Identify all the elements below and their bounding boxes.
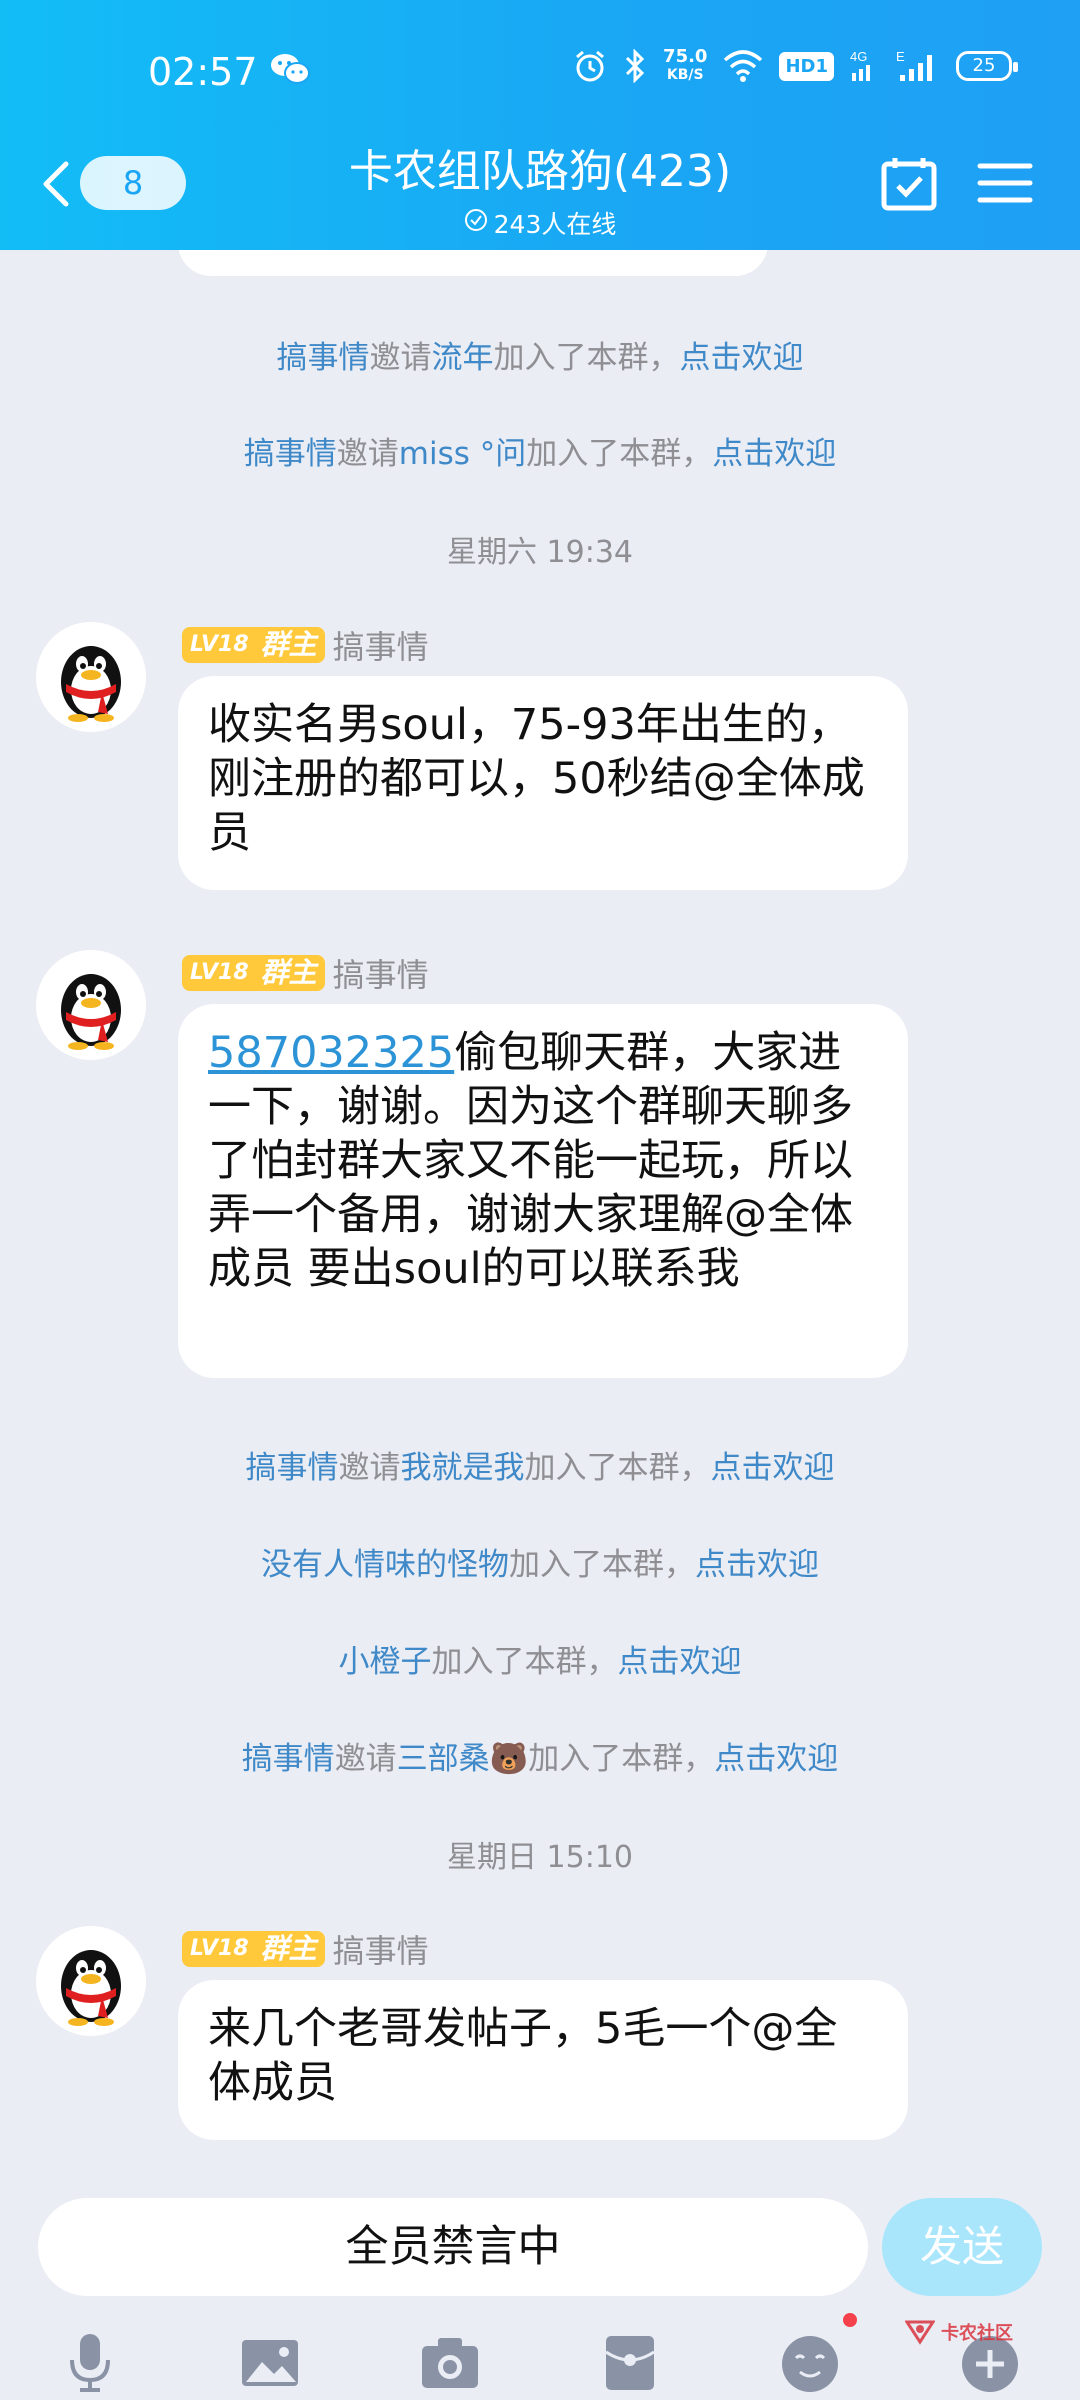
sender-name[interactable]: 搞事情 bbox=[333, 622, 429, 668]
qq-penguin-icon bbox=[61, 646, 121, 722]
red-packet-icon[interactable] bbox=[598, 2330, 662, 2394]
signal-icon-2: E bbox=[896, 49, 940, 83]
sender-line: LV18 群主 搞事情 bbox=[182, 1926, 429, 1972]
welcome-link[interactable]: 点击欢迎 bbox=[680, 340, 804, 376]
level-badge: LV18 群主 bbox=[182, 955, 325, 991]
message-bubble[interactable]: 收实名男soul，75-93年出生的，刚注册的都可以，50秒结@全体成员 bbox=[178, 676, 908, 890]
system-message: 没有人情味的怪物加入了本群，点击欢迎 bbox=[261, 1547, 819, 1583]
welcome-link[interactable]: 点击欢迎 bbox=[714, 1741, 838, 1777]
welcome-link[interactable]: 点击欢迎 bbox=[711, 1450, 835, 1486]
emoji-icon[interactable] bbox=[778, 2330, 842, 2394]
unread-count-badge: 8 bbox=[80, 156, 186, 210]
svg-text:4G: 4G bbox=[850, 49, 867, 64]
timestamp: 星期日 15:10 bbox=[447, 1840, 633, 1875]
system-message: 搞事情邀请miss °问加入了本群，点击欢迎 bbox=[243, 436, 837, 472]
send-button[interactable]: 发送 bbox=[882, 2198, 1042, 2296]
camera-icon[interactable] bbox=[418, 2330, 482, 2394]
welcome-link[interactable]: 点击欢迎 bbox=[618, 1644, 742, 1680]
input-bar: 全员禁言中 发送 卡农社区 bbox=[0, 2190, 1080, 2400]
image-icon[interactable] bbox=[238, 2330, 302, 2394]
system-message: 搞事情邀请我就是我加入了本群，点击欢迎 bbox=[245, 1450, 835, 1486]
sender-name[interactable]: 搞事情 bbox=[333, 950, 429, 996]
net-speed: 75.0 KB/S bbox=[663, 46, 708, 84]
check-circle-icon bbox=[464, 208, 488, 238]
chat-header: 02:57 75.0 KB/S HD1 4G E 25 8 卡农组队路狗(423… bbox=[0, 0, 1080, 250]
muted-input-field: 全员禁言中 bbox=[38, 2198, 868, 2296]
hd-badge: HD1 bbox=[779, 51, 834, 81]
notification-dot bbox=[843, 2313, 857, 2327]
avatar[interactable] bbox=[36, 622, 146, 732]
previous-message-bubble bbox=[178, 250, 768, 276]
wifi-icon bbox=[723, 50, 763, 82]
welcome-link[interactable]: 点击欢迎 bbox=[695, 1547, 819, 1583]
qq-penguin-icon bbox=[61, 974, 121, 1050]
qq-penguin-icon bbox=[61, 1950, 121, 2026]
title-block[interactable]: 卡农组队路狗(423) 243人在线 bbox=[240, 135, 840, 241]
welcome-link[interactable]: 点击欢迎 bbox=[712, 436, 836, 472]
wechat-icon bbox=[270, 52, 310, 86]
chevron-left-icon bbox=[38, 160, 74, 212]
group-number-link[interactable]: 587032325 bbox=[208, 1028, 454, 1078]
system-message: 搞事情邀请三部桑🐻加入了本群，点击欢迎 bbox=[241, 1741, 839, 1777]
status-bar: 02:57 75.0 KB/S HD1 4G E 25 bbox=[0, 40, 1080, 104]
page-title: 卡农组队路狗(423) bbox=[348, 146, 732, 197]
watermark-logo-icon bbox=[905, 2320, 935, 2345]
level-badge: LV18 群主 bbox=[182, 1931, 325, 1967]
sender-line: LV18 群主 搞事情 bbox=[182, 622, 429, 668]
system-message: 搞事情邀请流年加入了本群，点击欢迎 bbox=[276, 340, 804, 376]
status-time: 02:57 bbox=[148, 50, 258, 94]
bluetooth-icon bbox=[623, 49, 647, 83]
message-bubble[interactable]: 587032325偷包聊天群，大家进一下，谢谢。因为这个群聊天聊多了怕封群大家又… bbox=[178, 1004, 908, 1378]
chat-area[interactable]: 搞事情邀请流年加入了本群，点击欢迎 搞事情邀请miss °问加入了本群，点击欢迎… bbox=[0, 250, 1080, 2190]
status-icons: 75.0 KB/S HD1 4G E 25 bbox=[573, 46, 1018, 84]
level-badge: LV18 群主 bbox=[182, 627, 325, 663]
svg-text:E: E bbox=[896, 49, 905, 64]
alarm-icon bbox=[573, 49, 607, 83]
timestamp: 星期六 19:34 bbox=[447, 535, 633, 570]
calendar-check-icon[interactable] bbox=[878, 152, 940, 214]
avatar[interactable] bbox=[36, 1926, 146, 2036]
battery-indicator: 25 bbox=[956, 51, 1018, 81]
system-message: 小橙子加入了本群，点击欢迎 bbox=[338, 1644, 742, 1680]
message-bubble[interactable]: 来几个老哥发帖子，5毛一个@全体成员 bbox=[178, 1980, 908, 2140]
back-button[interactable]: 8 bbox=[38, 150, 186, 216]
sender-name[interactable]: 搞事情 bbox=[333, 1926, 429, 1972]
online-count: 243人在线 bbox=[240, 205, 840, 241]
menu-icon[interactable] bbox=[974, 152, 1036, 214]
sender-line: LV18 群主 搞事情 bbox=[182, 950, 429, 996]
avatar[interactable] bbox=[36, 950, 146, 1060]
watermark: 卡农社区 bbox=[905, 2318, 1013, 2346]
microphone-icon[interactable] bbox=[58, 2330, 122, 2394]
signal-icon: 4G bbox=[850, 49, 880, 83]
